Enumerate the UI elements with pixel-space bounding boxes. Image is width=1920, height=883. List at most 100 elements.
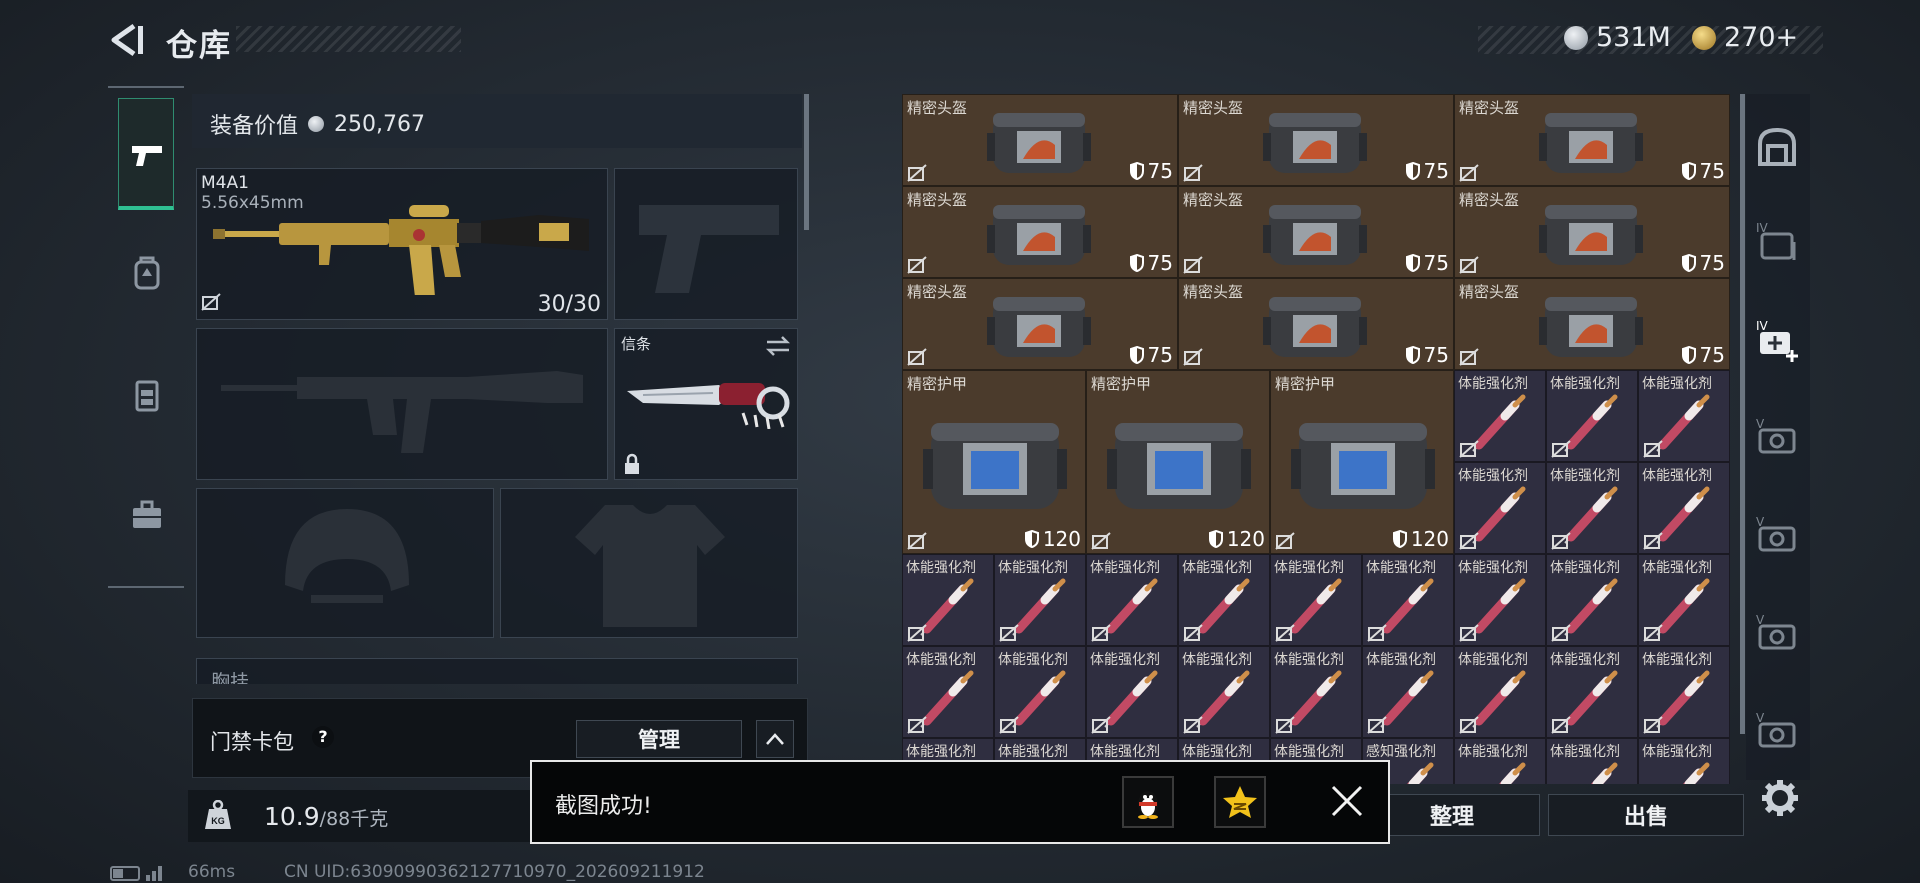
helmet-item[interactable]: 精密头盔 75 xyxy=(902,278,1178,370)
helmet-item[interactable]: 精密头盔 75 xyxy=(902,186,1178,278)
stim-item[interactable]: 体能强化剂 xyxy=(1270,554,1362,646)
expand-button[interactable] xyxy=(756,720,794,758)
stim-item[interactable]: 体能强化剂 xyxy=(1178,646,1270,738)
no-sell-icon xyxy=(1183,624,1203,642)
helmet-bag-image xyxy=(1539,113,1643,173)
container-add-icon[interactable]: IV xyxy=(1754,316,1800,362)
item-name: 精密头盔 xyxy=(1459,283,1520,301)
weapon-ammo: 30/30 xyxy=(537,292,601,317)
stim-item[interactable]: 体能强化剂 xyxy=(1638,646,1730,738)
stim-item[interactable]: 体能强化剂 xyxy=(1362,646,1454,738)
stim-item[interactable]: 体能强化剂 xyxy=(1546,554,1638,646)
stim-item[interactable]: 体能强化剂 xyxy=(1362,554,1454,646)
stim-item[interactable]: 体能强化剂 xyxy=(1546,462,1638,554)
item-name: 体能强化剂 xyxy=(1274,744,1344,760)
shield-icon xyxy=(1129,254,1144,272)
no-sell-icon xyxy=(907,256,927,274)
stim-item[interactable]: 体能强化剂 xyxy=(902,646,994,738)
help-icon[interactable]: ? xyxy=(312,726,334,748)
helmet-item[interactable]: 精密头盔 75 xyxy=(1454,186,1730,278)
no-sell-icon xyxy=(999,624,1019,642)
shield-icon xyxy=(1681,162,1696,180)
helmet-bag-image xyxy=(987,113,1091,173)
karambit-image xyxy=(627,383,790,429)
tab-backpack[interactable] xyxy=(128,254,166,292)
container-v-icon[interactable]: V xyxy=(1754,708,1800,754)
stim-item[interactable]: 体能强化剂 xyxy=(994,554,1086,646)
syringe-image xyxy=(1591,762,1618,784)
no-sell-icon xyxy=(1275,532,1295,550)
stash-grid[interactable]: 精密头盔 75 精密头盔 75 精密头盔 75 精密头盔 75 精密头盔 75 … xyxy=(902,94,1734,784)
stim-item[interactable]: 体能强化剂 xyxy=(1086,554,1178,646)
stim-item[interactable]: 体能强化剂 xyxy=(1546,646,1638,738)
stash-home-icon[interactable] xyxy=(1754,124,1800,170)
stash-scrollbar[interactable] xyxy=(1740,94,1745,734)
pistol-slot[interactable] xyxy=(614,168,798,320)
sort-button[interactable]: 整理 xyxy=(1364,794,1540,836)
chest-rig-slot[interactable]: 胸挂 xyxy=(196,658,798,684)
stim-item[interactable]: 体能强化剂 xyxy=(1546,370,1638,462)
stim-item[interactable]: 体能强化剂 xyxy=(902,554,994,646)
helmet-item[interactable]: 精密头盔 75 xyxy=(1178,186,1454,278)
container-v-icon[interactable]: V xyxy=(1754,610,1800,656)
stim-item[interactable]: 体能强化剂 xyxy=(1454,554,1546,646)
sell-button[interactable]: 出售 xyxy=(1548,794,1744,836)
melee-slot[interactable]: 信条 xyxy=(614,328,798,480)
armor-item[interactable]: 精密护甲 120 xyxy=(1270,370,1454,554)
secondary-weapon-slot[interactable] xyxy=(196,328,608,480)
primary-weapon-slot[interactable]: M4A1 5.56x45mm 30/30 xyxy=(196,168,608,320)
stim-item[interactable]: 体能强化剂 xyxy=(1638,370,1730,462)
tab-case[interactable] xyxy=(128,496,166,534)
close-icon[interactable] xyxy=(1330,784,1364,818)
tab-vest[interactable] xyxy=(128,376,166,414)
manage-button[interactable]: 管理 xyxy=(576,720,742,758)
stim-item[interactable]: 体能强化剂 xyxy=(994,646,1086,738)
helmet-slot[interactable] xyxy=(196,488,494,638)
helmet-item[interactable]: 精密头盔 75 xyxy=(1454,278,1730,370)
armor-item[interactable]: 精密护甲 120 xyxy=(902,370,1086,554)
item-name: 精密头盔 xyxy=(1459,99,1520,117)
no-sell-icon xyxy=(907,532,927,550)
gold-currency[interactable]: 270+ xyxy=(1692,22,1798,53)
page-title: 仓库 xyxy=(166,28,232,64)
helmet-item[interactable]: 精密头盔 75 xyxy=(1454,94,1730,186)
stim-item[interactable]: 体能强化剂 xyxy=(1638,554,1730,646)
qzone-star-icon xyxy=(1223,786,1257,818)
stim-item[interactable]: 体能强化剂 xyxy=(1086,646,1178,738)
container-v-icon[interactable]: V xyxy=(1754,414,1800,460)
share-qq-button[interactable] xyxy=(1122,776,1174,828)
durability: 75 xyxy=(1129,343,1173,367)
stim-item[interactable]: 体能强化剂 xyxy=(1178,554,1270,646)
stim-item[interactable]: 体能强化剂 xyxy=(1454,462,1546,554)
helmet-item[interactable]: 精密头盔 75 xyxy=(902,94,1178,186)
stim-item[interactable]: 体能强化剂 xyxy=(1546,738,1638,784)
no-sell-icon xyxy=(1459,532,1479,550)
item-name: 精密护甲 xyxy=(1275,375,1336,393)
helmet-bag-image xyxy=(987,297,1091,357)
helmet-item[interactable]: 精密头盔 75 xyxy=(1178,278,1454,370)
item-name: 体能强化剂 xyxy=(1642,468,1712,484)
loadout-scrollbar[interactable] xyxy=(804,94,809,230)
weight-readout: 10.9/88千克 xyxy=(264,802,388,831)
no-sell-icon xyxy=(907,624,927,642)
item-name: 体能强化剂 xyxy=(1550,376,1620,392)
stim-item[interactable]: 体能强化剂 xyxy=(1270,646,1362,738)
silver-currency[interactable]: 531M xyxy=(1564,22,1671,53)
settings-gear-icon[interactable] xyxy=(1760,778,1800,818)
container-v-icon[interactable]: V xyxy=(1754,512,1800,558)
share-qzone-button[interactable] xyxy=(1214,776,1266,828)
container-iv-icon[interactable]: IV xyxy=(1754,218,1800,264)
stim-item[interactable]: 体能强化剂 xyxy=(1454,738,1546,784)
item-name: 体能强化剂 xyxy=(1458,652,1528,668)
armor-item[interactable]: 精密护甲 120 xyxy=(1086,370,1270,554)
swap-icon[interactable] xyxy=(765,335,791,357)
no-sell-icon xyxy=(1275,716,1295,734)
stim-item[interactable]: 体能强化剂 xyxy=(1638,462,1730,554)
stim-item[interactable]: 体能强化剂 xyxy=(1454,370,1546,462)
helmet-item[interactable]: 精密头盔 75 xyxy=(1178,94,1454,186)
stim-item[interactable]: 体能强化剂 xyxy=(1638,738,1730,784)
back-arrow-icon[interactable] xyxy=(108,22,144,58)
shield-icon xyxy=(1129,162,1144,180)
stim-item[interactable]: 体能强化剂 xyxy=(1454,646,1546,738)
armor-slot[interactable] xyxy=(500,488,798,638)
